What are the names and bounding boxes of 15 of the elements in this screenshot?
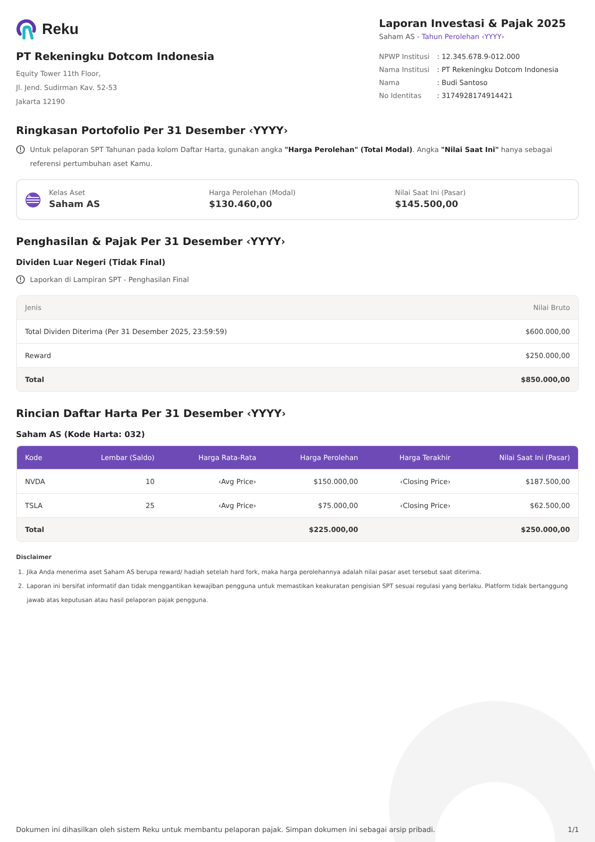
- info-icon: [16, 145, 25, 154]
- section-title: Penghasilan & Pajak Per 31 Desember ‹YYYY›: [16, 236, 286, 248]
- logo-icon: [16, 18, 38, 40]
- field-value: Saham AS: [49, 200, 100, 210]
- section-title: Rincian Daftar Harta Per 31 Desember ‹YYYY›: [16, 408, 287, 420]
- report-title: Laporan Investasi & Pajak 2025: [379, 18, 567, 30]
- subsection-title: Dividen Luar Negeri (Tidak Final): [16, 258, 166, 267]
- flag-icon: [25, 192, 41, 208]
- section-title: Ringkasan Portofolio Per 31 Desember ‹YYYY›: [16, 125, 289, 137]
- field-value: $130.460,00: [209, 200, 274, 210]
- info-icon: [16, 275, 25, 284]
- field-value: $145.500,00: [395, 200, 460, 210]
- subsection-title: Saham AS (Kode Harta: 032): [16, 430, 146, 439]
- company-name: PT Rekeningku Dotcom Indonesia: [16, 51, 214, 63]
- logo-text: Reku: [42, 20, 79, 38]
